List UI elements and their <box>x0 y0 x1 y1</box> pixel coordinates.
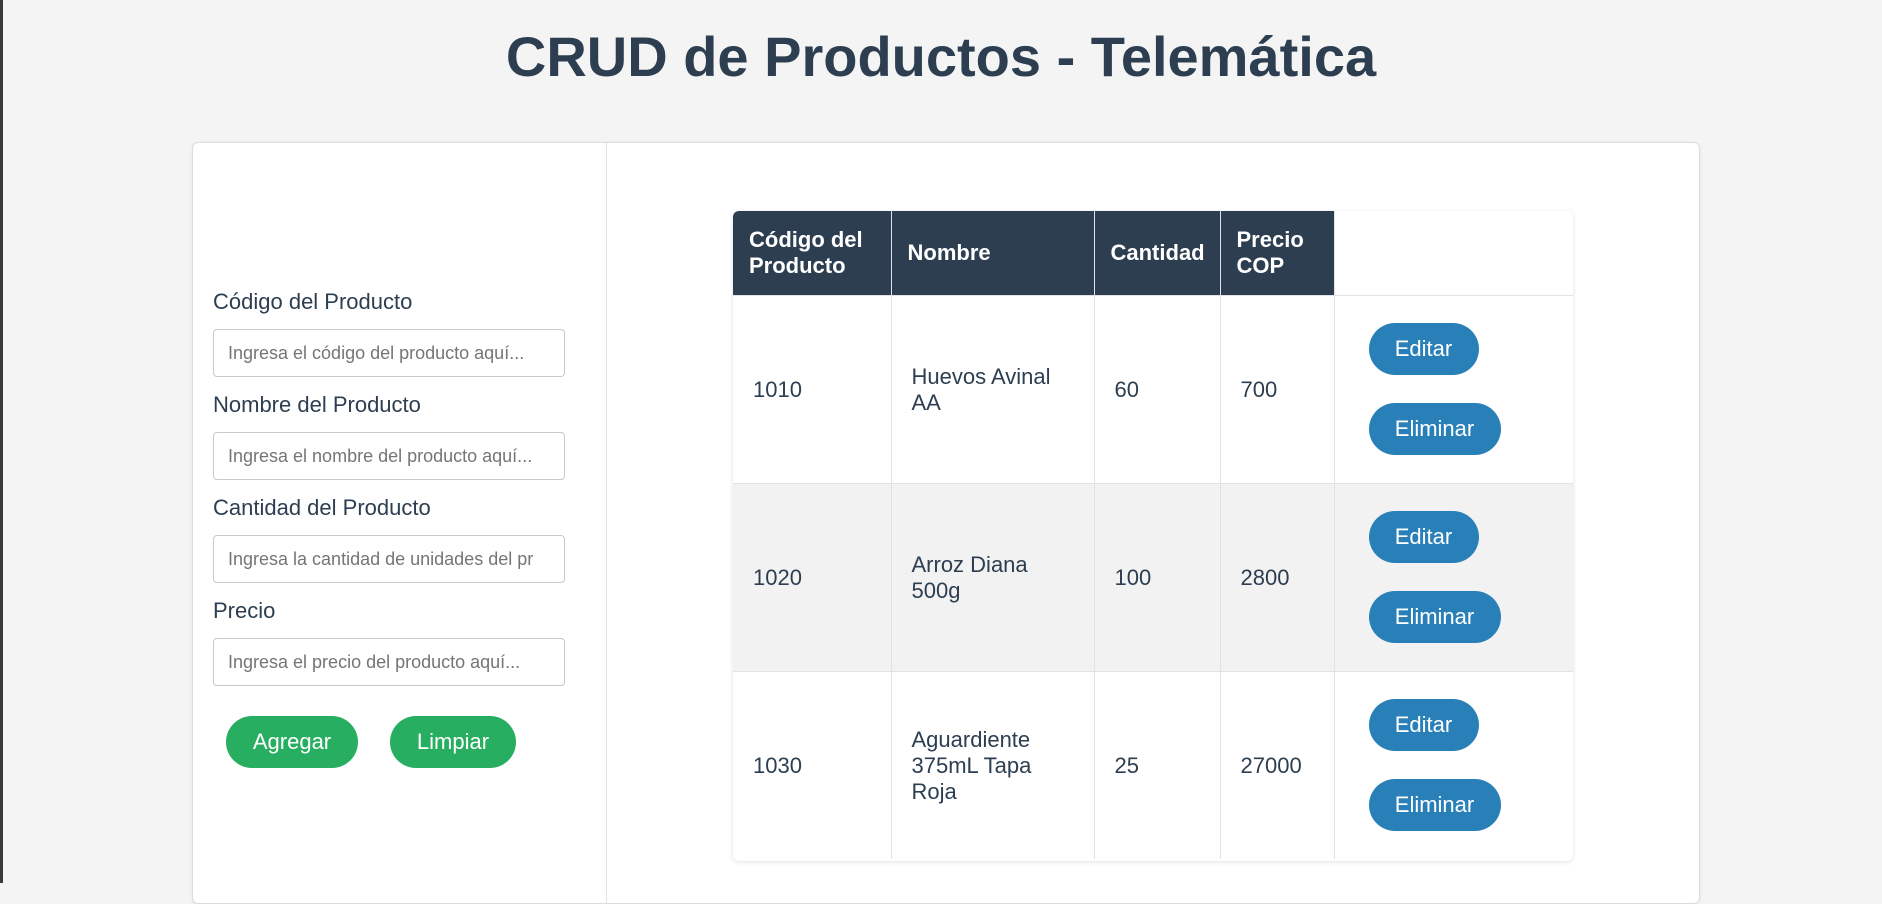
cell-precio: 2800 <box>1220 483 1335 672</box>
page-title: CRUD de Productos - Telemática <box>505 25 1377 88</box>
window-left-edge <box>0 0 3 883</box>
header-nombre: Nombre <box>891 211 1095 296</box>
precio-input[interactable] <box>213 638 565 686</box>
header-cantidad: Cantidad <box>1094 211 1221 296</box>
product-form: Código del Producto Nombre del Producto … <box>193 143 607 903</box>
nombre-label: Nombre del Producto <box>213 392 421 417</box>
cell-codigo: 1030 <box>733 671 892 859</box>
limpiar-button[interactable]: Limpiar <box>390 716 516 768</box>
header-precio: Precio COP <box>1220 211 1335 296</box>
header-actions <box>1334 211 1573 296</box>
cell-precio: 27000 <box>1220 671 1335 859</box>
products-table: Código del Producto Nombre Cantidad Prec… <box>733 211 1573 859</box>
cell-nombre: Aguardiente 375mL Tapa Roja <box>891 671 1095 859</box>
nombre-input[interactable] <box>213 432 565 480</box>
header-codigo: Código del Producto <box>733 211 892 296</box>
agregar-button[interactable]: Agregar <box>226 716 358 768</box>
cell-codigo: 1010 <box>733 295 892 484</box>
eliminar-button[interactable]: Eliminar <box>1368 591 1501 643</box>
table-header-row: Código del Producto Nombre Cantidad Prec… <box>733 211 1573 296</box>
codigo-label: Código del Producto <box>213 289 413 314</box>
cantidad-input[interactable] <box>213 535 565 583</box>
table-row: 1020 Arroz Diana 500g 100 2800 Editar El… <box>733 483 1573 672</box>
table-row: 1010 Huevos Avinal AA 60 700 Editar Elim… <box>733 295 1573 484</box>
cell-cantidad: 60 <box>1094 295 1221 484</box>
main-card: Código del Producto Nombre del Producto … <box>192 142 1700 904</box>
cantidad-label: Cantidad del Producto <box>213 495 431 520</box>
cell-cantidad: 25 <box>1094 671 1221 859</box>
cell-actions: Editar Eliminar <box>1334 295 1573 484</box>
table-row: 1030 Aguardiente 375mL Tapa Roja 25 2700… <box>733 671 1573 859</box>
eliminar-button[interactable]: Eliminar <box>1368 403 1501 455</box>
cell-cantidad: 100 <box>1094 483 1221 672</box>
editar-button[interactable]: Editar <box>1368 511 1479 563</box>
cell-nombre: Huevos Avinal AA <box>891 295 1095 484</box>
editar-button[interactable]: Editar <box>1368 699 1479 751</box>
cell-precio: 700 <box>1220 295 1335 484</box>
eliminar-button[interactable]: Eliminar <box>1368 779 1501 831</box>
products-table-container: Código del Producto Nombre Cantidad Prec… <box>733 211 1573 861</box>
codigo-input[interactable] <box>213 329 565 377</box>
editar-button[interactable]: Editar <box>1368 323 1479 375</box>
cell-actions: Editar Eliminar <box>1334 483 1573 672</box>
cell-codigo: 1020 <box>733 483 892 672</box>
cell-actions: Editar Eliminar <box>1334 671 1573 859</box>
precio-label: Precio <box>213 598 276 623</box>
cell-nombre: Arroz Diana 500g <box>891 483 1095 672</box>
